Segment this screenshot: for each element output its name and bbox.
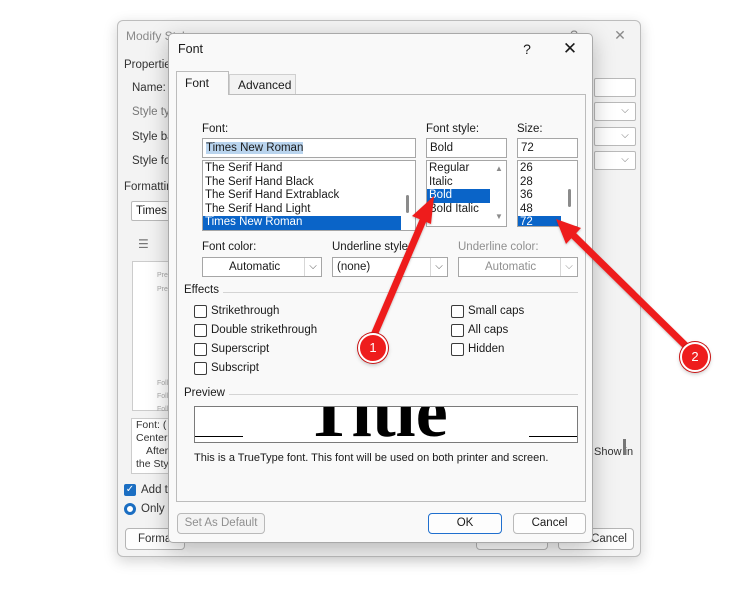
annotation-badge-2: 2 [680,342,710,372]
annotation-arrows [370,196,692,352]
annotation-arrow-2 [556,219,692,352]
annotation-badge-1: 1 [358,333,388,363]
tab-font-label: Font [185,76,210,90]
annotation-arrow-1 [370,196,434,339]
tab-font[interactable]: Font [176,71,229,95]
